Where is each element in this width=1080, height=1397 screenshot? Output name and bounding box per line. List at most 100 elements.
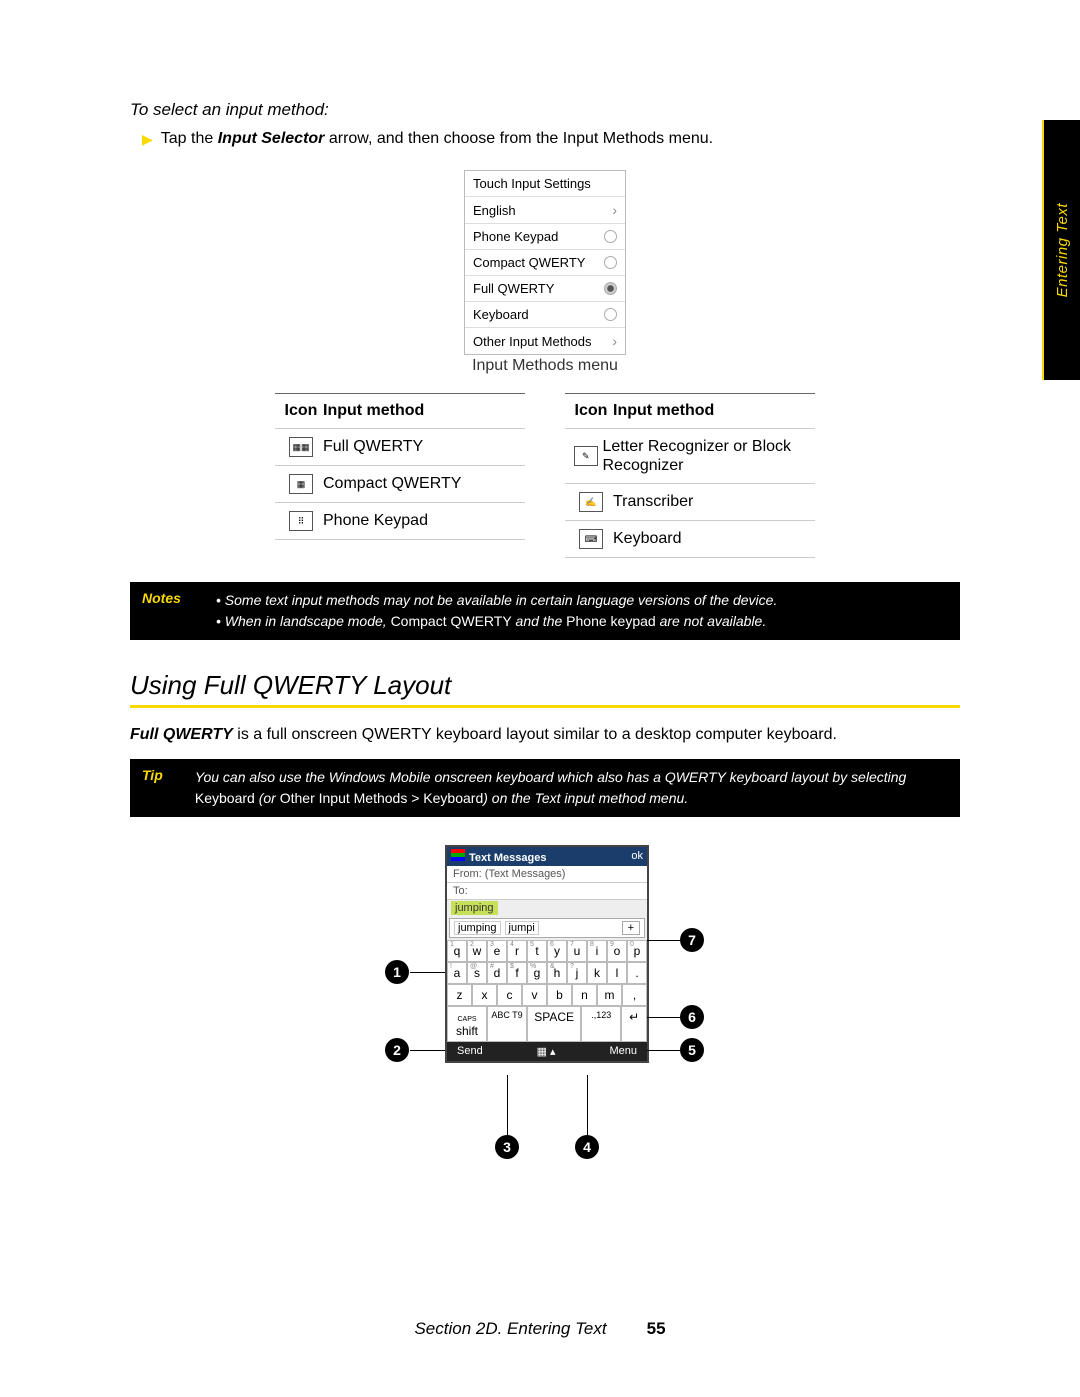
callout-7: 7 — [680, 928, 704, 952]
key-,[interactable]: , — [622, 984, 647, 1006]
menu-row[interactable]: English› — [465, 196, 625, 223]
keyboard: 1q2w3e4r5t6y7u8i9o0p !a@s#d$f%g&h?jkl. z… — [447, 940, 647, 1042]
menu-row[interactable]: Compact QWERTY — [465, 249, 625, 275]
tip-label: Tip — [142, 767, 177, 809]
cell: Full QWERTY — [323, 438, 423, 456]
menu-label: Other Input Methods — [473, 334, 592, 349]
note-line: are not available. — [656, 613, 767, 629]
mode-key[interactable]: ABC T9 — [487, 1006, 527, 1042]
expand-suggestions[interactable]: + — [622, 921, 640, 935]
cell: Phone Keypad — [323, 512, 428, 530]
softkey-bar: Send ▦ ▴ Menu — [447, 1042, 647, 1061]
menu-row[interactable]: Keyboard — [465, 301, 625, 327]
key-x[interactable]: x — [472, 984, 497, 1006]
col-method: Input method — [613, 402, 714, 419]
col-icon: Icon — [575, 402, 608, 420]
table-row: ✎Letter Recognizer or Block Recognizer — [565, 429, 815, 484]
key-f[interactable]: $f — [507, 962, 527, 984]
bullet-bold: Input Selector — [218, 130, 325, 147]
key-z[interactable]: z — [447, 984, 472, 1006]
notes-label: Notes — [142, 590, 198, 632]
key-b[interactable]: b — [547, 984, 572, 1006]
menu-button[interactable]: Menu — [609, 1045, 637, 1058]
cell: Transcriber — [613, 493, 693, 511]
page-footer: Section 2D. Entering Text 55 — [0, 1319, 1080, 1339]
key-i[interactable]: 8i — [587, 940, 607, 962]
bullet-marker-icon: ▶ — [142, 128, 153, 150]
key-s[interactable]: @s — [467, 962, 487, 984]
tip-text: ) on the Text input method menu. — [483, 790, 688, 806]
key-d[interactable]: #d — [487, 962, 507, 984]
keyboard-icon: ⌨ — [579, 529, 603, 549]
key-v[interactable]: v — [522, 984, 547, 1006]
key-r[interactable]: 4r — [507, 940, 527, 962]
phone-diagram: Text Messages ok From: (Text Messages) T… — [265, 845, 825, 1185]
lead-line — [647, 940, 680, 941]
suggestion[interactable]: jumpi — [505, 921, 539, 935]
space-key[interactable]: SPACE — [527, 1006, 581, 1042]
start-icon — [451, 849, 465, 861]
suggestion[interactable]: jumping — [454, 921, 501, 935]
key-u[interactable]: 7u — [567, 940, 587, 962]
input-selector-icon[interactable]: ▦ ▴ — [537, 1045, 556, 1058]
full-qwerty-icon: ▦▦ — [289, 437, 313, 457]
transcriber-icon: ✍ — [579, 492, 603, 512]
radio-icon — [604, 256, 617, 269]
key-l[interactable]: l — [607, 962, 627, 984]
key-p[interactable]: 0p — [627, 940, 647, 962]
phone-title: Text Messages — [469, 852, 546, 864]
section-heading: Using Full QWERTY Layout — [130, 670, 960, 701]
cell: Keyboard — [613, 530, 682, 548]
col-icon: Icon — [285, 402, 318, 420]
key-o[interactable]: 9o — [607, 940, 627, 962]
key-q[interactable]: 1q — [447, 940, 467, 962]
shift-key[interactable]: CAPSshift — [447, 1006, 487, 1042]
key-e[interactable]: 3e — [487, 940, 507, 962]
key-m[interactable]: m — [597, 984, 622, 1006]
lead-line — [410, 1050, 445, 1051]
suggestion-bar[interactable]: jumping jumpi + — [449, 918, 645, 938]
table-row: ✍ Transcriber — [565, 484, 815, 521]
enter-key[interactable]: ↵ — [621, 1006, 647, 1042]
lead-line — [647, 1017, 680, 1018]
cell: Letter Recognizer or Block Recognizer — [603, 437, 812, 475]
key-n[interactable]: n — [572, 984, 597, 1006]
compact-qwerty-icon: ▦ — [289, 474, 313, 494]
key-c[interactable]: c — [497, 984, 522, 1006]
callout-4: 4 — [575, 1135, 599, 1159]
key-g[interactable]: %g — [527, 962, 547, 984]
lead-line — [587, 1075, 588, 1135]
note-line: When in landscape mode, — [225, 613, 391, 629]
key-j[interactable]: ?j — [567, 962, 587, 984]
menu-label: Compact QWERTY — [473, 255, 585, 270]
instruction-bullet: ▶ Tap the Input Selector arrow, and then… — [142, 128, 960, 150]
menu-row[interactable]: Touch Input Settings — [465, 171, 625, 196]
key-k[interactable]: k — [587, 962, 607, 984]
para-rest: is a full onscreen QWERTY keyboard layou… — [233, 726, 837, 743]
note-line: Some text input methods may not be avail… — [225, 592, 778, 608]
note-line: and the — [512, 613, 567, 629]
cell: Compact QWERTY — [323, 475, 461, 493]
callout-1: 1 — [385, 960, 409, 984]
menu-row[interactable]: Other Input Methods› — [465, 327, 625, 354]
phone-keypad-icon: ⠿ — [289, 511, 313, 531]
typed-text: jumping — [451, 901, 498, 915]
lead-line — [410, 972, 445, 973]
menu-row[interactable]: Full QWERTY — [465, 275, 625, 301]
key-.[interactable]: . — [627, 962, 647, 984]
notes-block: Notes • Some text input methods may not … — [130, 582, 960, 640]
key-y[interactable]: 6y — [547, 940, 567, 962]
symbols-key[interactable]: .,123 — [581, 1006, 621, 1042]
callout-6: 6 — [680, 1005, 704, 1029]
key-a[interactable]: !a — [447, 962, 467, 984]
phone-titlebar: Text Messages ok — [447, 847, 647, 866]
key-w[interactable]: 2w — [467, 940, 487, 962]
key-h[interactable]: &h — [547, 962, 567, 984]
menu-label: Phone Keypad — [473, 229, 558, 244]
ok-button[interactable]: ok — [631, 850, 643, 862]
key-t[interactable]: 5t — [527, 940, 547, 962]
send-button[interactable]: Send — [457, 1045, 483, 1058]
to-field[interactable]: To: — [447, 883, 647, 900]
col-method: Input method — [323, 402, 424, 419]
menu-row[interactable]: Phone Keypad — [465, 223, 625, 249]
